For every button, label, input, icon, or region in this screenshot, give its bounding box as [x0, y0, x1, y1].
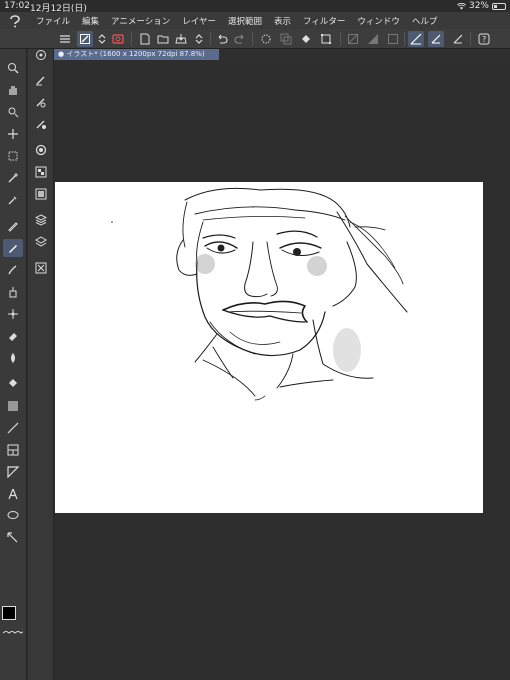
- color-set-icon[interactable]: [31, 163, 51, 181]
- decoration-icon[interactable]: [3, 305, 23, 323]
- pencil-icon[interactable]: [3, 239, 23, 257]
- airbrush-icon[interactable]: [3, 283, 23, 301]
- zoom-icon[interactable]: [31, 46, 51, 64]
- hamburger-menu-icon[interactable]: [57, 31, 73, 47]
- pen-icon[interactable]: [3, 217, 23, 235]
- undo-icon[interactable]: [214, 31, 230, 47]
- navigator-icon[interactable]: [3, 59, 23, 77]
- chevron-updown-icon[interactable]: [94, 31, 110, 47]
- transparent-color-icon[interactable]: [3, 631, 23, 636]
- battery-percent: 32%: [468, 1, 489, 11]
- save-icon[interactable]: [173, 31, 189, 47]
- text-icon[interactable]: [3, 485, 23, 503]
- companion-icon[interactable]: [110, 31, 126, 47]
- sub-palette: [28, 49, 54, 680]
- face-sketch: [111, 187, 408, 401]
- menu-help[interactable]: ヘルプ: [406, 15, 444, 27]
- eraser-icon[interactable]: [3, 327, 23, 345]
- snap-special-ruler-icon[interactable]: [428, 31, 444, 47]
- eyedropper-icon[interactable]: [3, 191, 23, 209]
- menu-view[interactable]: 表示: [268, 15, 297, 27]
- new-file-icon[interactable]: [137, 31, 153, 47]
- menu-filter[interactable]: フィルター: [297, 15, 351, 27]
- layer-property-icon[interactable]: [31, 71, 51, 89]
- figure-icon[interactable]: [3, 419, 23, 437]
- selection-icon[interactable]: [3, 147, 23, 165]
- hand-icon[interactable]: [3, 81, 23, 99]
- snap-ruler-icon[interactable]: [408, 31, 424, 47]
- menu-file[interactable]: ファイル: [30, 15, 76, 27]
- brush-icon[interactable]: [3, 261, 23, 279]
- ruler-icon[interactable]: [3, 463, 23, 481]
- clear-outside-icon[interactable]: [365, 31, 381, 47]
- correction-line-icon[interactable]: [3, 529, 23, 547]
- status-bar: 17:02 12月12日(日) 32%: [0, 0, 510, 14]
- svg-text:?: ?: [482, 35, 486, 44]
- fill-selection-icon[interactable]: [298, 31, 314, 47]
- move-icon[interactable]: [3, 125, 23, 143]
- crop-icon[interactable]: [385, 31, 401, 47]
- balloon-icon[interactable]: [3, 507, 23, 525]
- edit-mode-icon[interactable]: [77, 31, 93, 47]
- clear-icon[interactable]: [345, 31, 361, 47]
- gradient-icon[interactable]: [3, 397, 23, 415]
- color-wheel-icon[interactable]: [31, 141, 51, 159]
- document-tab[interactable]: ● イラスト* (1600 x 1200px 72dpi 87.8%): [54, 49, 219, 60]
- menu-selection[interactable]: 選択範囲: [222, 15, 268, 27]
- menu-bar: ファイル 編集 アニメーション レイヤー 選択範囲 表示 フィルター ウィンドウ…: [0, 12, 510, 29]
- battery-icon: [492, 2, 506, 10]
- copy-icon[interactable]: [278, 31, 294, 47]
- rotate-icon[interactable]: [3, 103, 23, 121]
- menu-window[interactable]: ウィンドウ: [351, 15, 406, 27]
- wifi-icon: [456, 2, 466, 10]
- chevron-updown-icon[interactable]: [191, 31, 207, 47]
- layer-search-icon[interactable]: [31, 93, 51, 111]
- tool-palette: [0, 49, 27, 680]
- drawing-canvas[interactable]: [55, 182, 483, 513]
- frame-icon[interactable]: [3, 441, 23, 459]
- foreground-color-swatch[interactable]: [2, 606, 16, 620]
- status-right: 32%: [456, 1, 506, 11]
- navigator-panel-icon[interactable]: [31, 259, 51, 277]
- menu-edit[interactable]: 編集: [76, 15, 105, 27]
- intermediate-color-icon[interactable]: [31, 185, 51, 203]
- layer-stack-icon[interactable]: [31, 233, 51, 251]
- menu-animation[interactable]: アニメーション: [105, 15, 176, 27]
- redo-icon[interactable]: [232, 31, 248, 47]
- menu-layer[interactable]: レイヤー: [176, 15, 222, 27]
- layer-color-icon[interactable]: [31, 115, 51, 133]
- command-bar: ?: [0, 29, 510, 49]
- snap-grid-icon[interactable]: [450, 31, 466, 47]
- open-folder-icon[interactable]: [155, 31, 171, 47]
- fill-icon[interactable]: [3, 375, 23, 393]
- status-time: 17:02: [4, 1, 30, 11]
- blend-icon[interactable]: [3, 349, 23, 367]
- transform-icon[interactable]: [318, 31, 334, 47]
- help-icon[interactable]: ?: [476, 31, 492, 47]
- magic-wand-icon[interactable]: [3, 169, 23, 187]
- app-logo-icon[interactable]: [0, 14, 30, 28]
- deselect-icon[interactable]: [258, 31, 274, 47]
- material-icon[interactable]: [31, 211, 51, 229]
